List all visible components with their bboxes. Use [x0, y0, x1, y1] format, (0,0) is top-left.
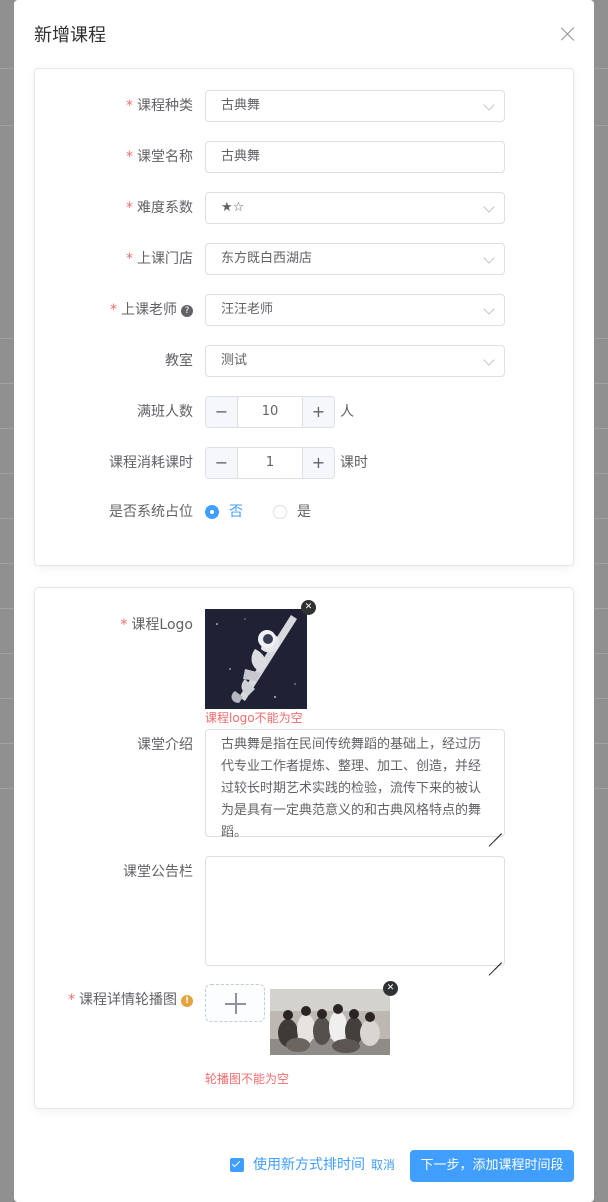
teacher-label: * 上课老师?: [110, 300, 193, 320]
new-schedule-checkbox[interactable]: [230, 1158, 244, 1172]
carousel-remove-icon[interactable]: ✕: [383, 981, 398, 996]
class-name-label: * 课堂名称: [126, 149, 193, 165]
course-type-select[interactable]: 古典舞: [205, 90, 505, 122]
close-icon[interactable]: [560, 26, 576, 42]
carousel-label: * 课程详情轮播图!: [68, 990, 193, 1010]
capacity-unit: 人: [340, 404, 354, 420]
new-schedule-label[interactable]: 使用新方式排时间: [253, 1155, 365, 1175]
media-card: * 课程Logo ✕ 课程logo不能为空 课堂介绍 古典舞是指在民间传统舞蹈的基…: [34, 587, 574, 1109]
logo-error-text: 课程logo不能为空: [205, 711, 303, 725]
hours-increase-button[interactable]: +: [302, 448, 334, 478]
radio-no[interactable]: 否: [205, 502, 249, 522]
classroom-label: 教室: [165, 353, 193, 369]
chevron-down-icon: [483, 99, 495, 111]
difficulty-select[interactable]: ★☆: [205, 192, 505, 224]
logo-remove-icon[interactable]: ✕: [301, 600, 316, 615]
chevron-down-icon: [483, 201, 495, 213]
chevron-down-icon: [483, 303, 495, 315]
radio-checked-icon: [205, 505, 219, 519]
carousel-error-text: 轮播图不能为空: [205, 1072, 290, 1086]
resize-handle-icon[interactable]: [488, 949, 502, 963]
dancers-group-photo: [270, 989, 390, 1055]
basic-info-card: * 课程种类 古典舞 * 课堂名称 古典舞 * 难度系数 ★☆ * 上课门店 东方既白西…: [34, 68, 574, 566]
hours-decrease-button[interactable]: −: [206, 448, 238, 478]
store-label: * 上课门店: [126, 251, 193, 267]
difficulty-label: * 难度系数: [126, 200, 193, 216]
cancel-button[interactable]: 取消: [371, 1157, 395, 1173]
hours-value[interactable]: 1: [238, 448, 302, 478]
radio-yes[interactable]: 是: [273, 502, 317, 522]
chevron-down-icon: [483, 252, 495, 264]
capacity-stepper: − 10 +: [205, 396, 335, 428]
hours-label: 课程消耗课时: [109, 455, 193, 471]
add-course-dialog: 新增课程 * 课程种类 古典舞 * 课堂名称 古典舞 * 难度系数 ★☆ * 上课门店 …: [14, 0, 594, 1202]
carousel-image[interactable]: [270, 989, 390, 1055]
capacity-value[interactable]: 10: [238, 397, 302, 427]
classroom-select[interactable]: 测试: [205, 345, 505, 377]
astronaut-illustration: [205, 609, 307, 709]
notice-textarea[interactable]: [205, 856, 505, 966]
dialog-title: 新增课程: [34, 25, 106, 46]
intro-label: 课堂介绍: [137, 737, 193, 753]
chevron-down-icon: [483, 354, 495, 366]
resize-handle-icon[interactable]: [488, 820, 502, 834]
warning-icon[interactable]: !: [181, 995, 193, 1007]
course-type-label: * 课程种类: [126, 98, 193, 114]
hours-unit: 课时: [340, 455, 368, 471]
capacity-increase-button[interactable]: +: [302, 397, 334, 427]
capacity-decrease-button[interactable]: −: [206, 397, 238, 427]
carousel-upload-button[interactable]: [205, 984, 265, 1022]
radio-unchecked-icon: [273, 505, 287, 519]
hours-stepper: − 1 +: [205, 447, 335, 479]
store-select[interactable]: 东方既白西湖店: [205, 243, 505, 275]
teacher-select[interactable]: 汪汪老师: [205, 294, 505, 326]
course-logo-image[interactable]: [205, 609, 307, 709]
next-step-button[interactable]: 下一步，添加课程时间段: [410, 1150, 574, 1182]
intro-textarea[interactable]: 古典舞是指在民间传统舞蹈的基础上，经过历代专业工作者提炼、整理、加工、创造，并经…: [205, 729, 505, 840]
question-circle-icon[interactable]: ?: [181, 305, 193, 317]
class-name-input[interactable]: 古典舞: [205, 141, 505, 173]
notice-label: 课堂公告栏: [123, 864, 193, 880]
capacity-label: 满班人数: [137, 404, 193, 420]
system-slot-label: 是否系统占位: [109, 504, 193, 520]
logo-label: * 课程Logo: [120, 617, 193, 633]
